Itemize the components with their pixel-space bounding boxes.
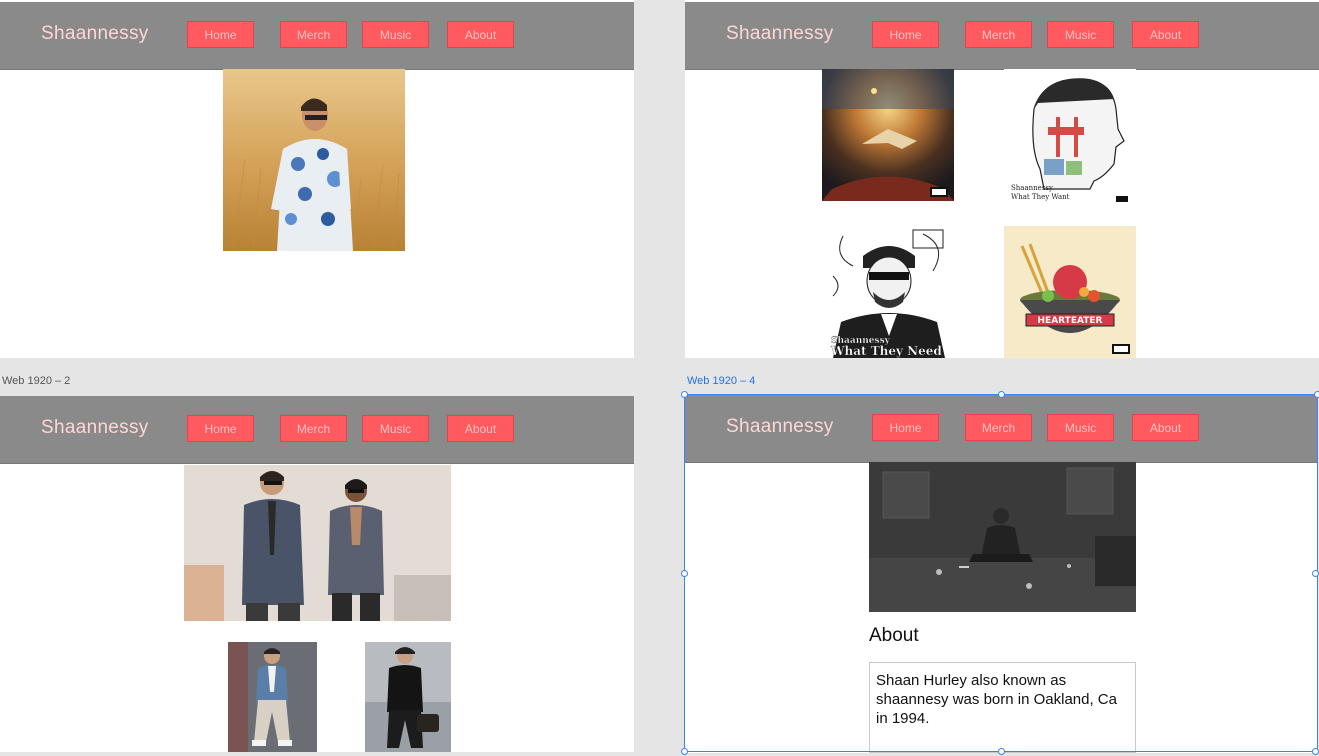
nav-home-button[interactable]: Home xyxy=(872,414,939,441)
nav-music-button[interactable]: Music xyxy=(1047,414,1114,441)
brand-logo[interactable]: Shaannessy xyxy=(41,23,149,45)
album-cover-1[interactable] xyxy=(822,69,954,201)
album-cover-3[interactable]: Shaannessy What They Need xyxy=(823,226,955,358)
nav-about-button[interactable]: About xyxy=(447,415,514,442)
brand-logo[interactable]: Shaannessy xyxy=(726,416,834,438)
album-cover-4[interactable]: HEARTEATER xyxy=(1004,226,1136,358)
nav-about-button[interactable]: About xyxy=(1132,21,1199,48)
artboard-music[interactable]: Shaannessy Home Merch Music About Shaann… xyxy=(685,0,1319,358)
album-2-caption-line2: What They Want xyxy=(1011,193,1070,201)
album-3-line2: What They Need xyxy=(830,344,942,358)
artboard-label-web-1920-4[interactable]: Web 1920 – 4 xyxy=(687,375,755,387)
artboard-merch[interactable]: Shaannessy Home Merch Music About xyxy=(0,396,634,752)
nav-music-button[interactable]: Music xyxy=(362,21,429,48)
about-heading: About xyxy=(869,625,919,646)
album-2-caption-line1: Shaannessy xyxy=(1011,184,1053,192)
nav-merch-button[interactable]: Merch xyxy=(965,414,1032,441)
nav-home-button[interactable]: Home xyxy=(187,415,254,442)
navbar: Shaannessy Home Merch Music About xyxy=(685,2,1319,70)
album-4-title: HEARTEATER xyxy=(1038,316,1103,326)
about-bio-textbox[interactable]: Shaan Hurley also known as shaannesy was… xyxy=(869,662,1136,753)
resize-handle-middle-left[interactable] xyxy=(681,570,688,577)
resize-handle-top-right[interactable] xyxy=(1314,391,1319,398)
album-cover-2[interactable]: Shaannessy What They Want xyxy=(1004,69,1136,204)
hero-photo xyxy=(223,69,405,251)
merch-photo-1 xyxy=(228,642,317,752)
merch-hero-photo xyxy=(184,465,451,621)
brand-logo[interactable]: Shaannessy xyxy=(726,23,834,45)
nav-about-button[interactable]: About xyxy=(1132,414,1199,441)
artboard-label-web-1920-2[interactable]: Web 1920 – 2 xyxy=(2,375,70,387)
merch-photo-2 xyxy=(365,642,451,752)
nav-home-button[interactable]: Home xyxy=(187,21,254,48)
nav-music-button[interactable]: Music xyxy=(1047,21,1114,48)
nav-merch-button[interactable]: Merch xyxy=(965,21,1032,48)
nav-merch-button[interactable]: Merch xyxy=(280,415,347,442)
resize-handle-bottom-right[interactable] xyxy=(1312,748,1319,755)
nav-music-button[interactable]: Music xyxy=(362,415,429,442)
navbar: Shaannessy Home Merch Music About xyxy=(685,395,1318,463)
artboard-home[interactable]: Shaannessy Home Merch Music About xyxy=(0,0,634,358)
about-photo xyxy=(869,462,1136,612)
nav-merch-button[interactable]: Merch xyxy=(280,21,347,48)
navbar: Shaannessy Home Merch Music About xyxy=(0,396,634,464)
nav-about-button[interactable]: About xyxy=(447,21,514,48)
resize-handle-bottom-center[interactable] xyxy=(998,748,1005,755)
artboard-about[interactable]: Shaannessy Home Merch Music About About … xyxy=(685,395,1318,753)
resize-handle-middle-right[interactable] xyxy=(1312,570,1319,577)
resize-handle-top-left[interactable] xyxy=(681,391,688,398)
navbar: Shaannessy Home Merch Music About xyxy=(0,2,634,70)
resize-handle-top-center[interactable] xyxy=(998,391,1005,398)
brand-logo[interactable]: Shaannessy xyxy=(41,417,149,439)
nav-home-button[interactable]: Home xyxy=(872,21,939,48)
resize-handle-bottom-left[interactable] xyxy=(681,748,688,755)
